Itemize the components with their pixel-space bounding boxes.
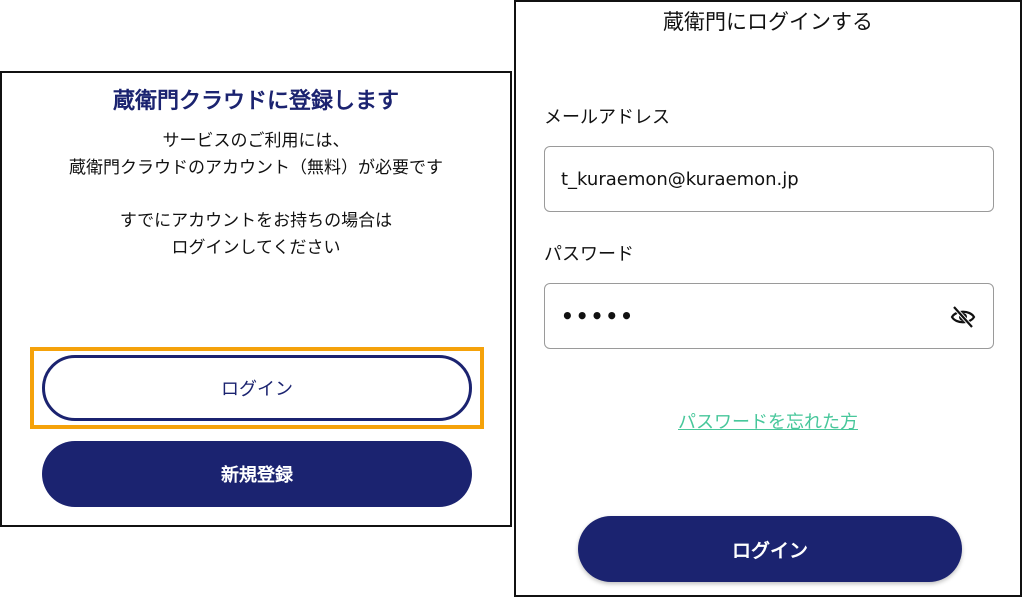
email-label: メールアドレス [544,107,670,128]
message-line-3: すでにアカウントをお持ちの場合は [119,211,393,231]
account-required-message: サービスのご利用には、 蔵衛門クラウドのアカウント（無料）が必要です [2,128,510,182]
password-label: パスワード [544,244,634,265]
login-submit-button[interactable]: ログイン [578,516,962,582]
password-field[interactable]: ••••• [544,283,994,349]
email-field[interactable]: t_kuraemon@kuraemon.jp [544,146,994,212]
login-panel: 蔵衛門にログインする メールアドレス t_kuraemon@kuraemon.j… [514,0,1022,597]
register-panel: 蔵衛門クラウドに登録します サービスのご利用には、 蔵衛門クラウドのアカウント（… [0,71,512,527]
forgot-password-link[interactable]: パスワードを忘れた方 [516,408,1020,434]
email-value: t_kuraemon@kuraemon.jp [561,168,799,190]
existing-account-message: すでにアカウントをお持ちの場合は ログインしてください [2,208,510,262]
password-value: ••••• [561,304,635,328]
message-line-4: ログインしてください [171,238,341,258]
register-button[interactable]: 新規登録 [42,441,472,507]
register-title: 蔵衛門クラウドに登録します [112,89,399,114]
eye-slash-icon[interactable] [949,303,977,331]
login-title: 蔵衛門にログインする [663,10,873,34]
message-line-1: サービスのご利用には、 [162,131,350,151]
login-button[interactable]: ログイン [42,355,472,421]
message-line-2: 蔵衛門クラウドのアカウント（無料）が必要です [69,158,443,178]
